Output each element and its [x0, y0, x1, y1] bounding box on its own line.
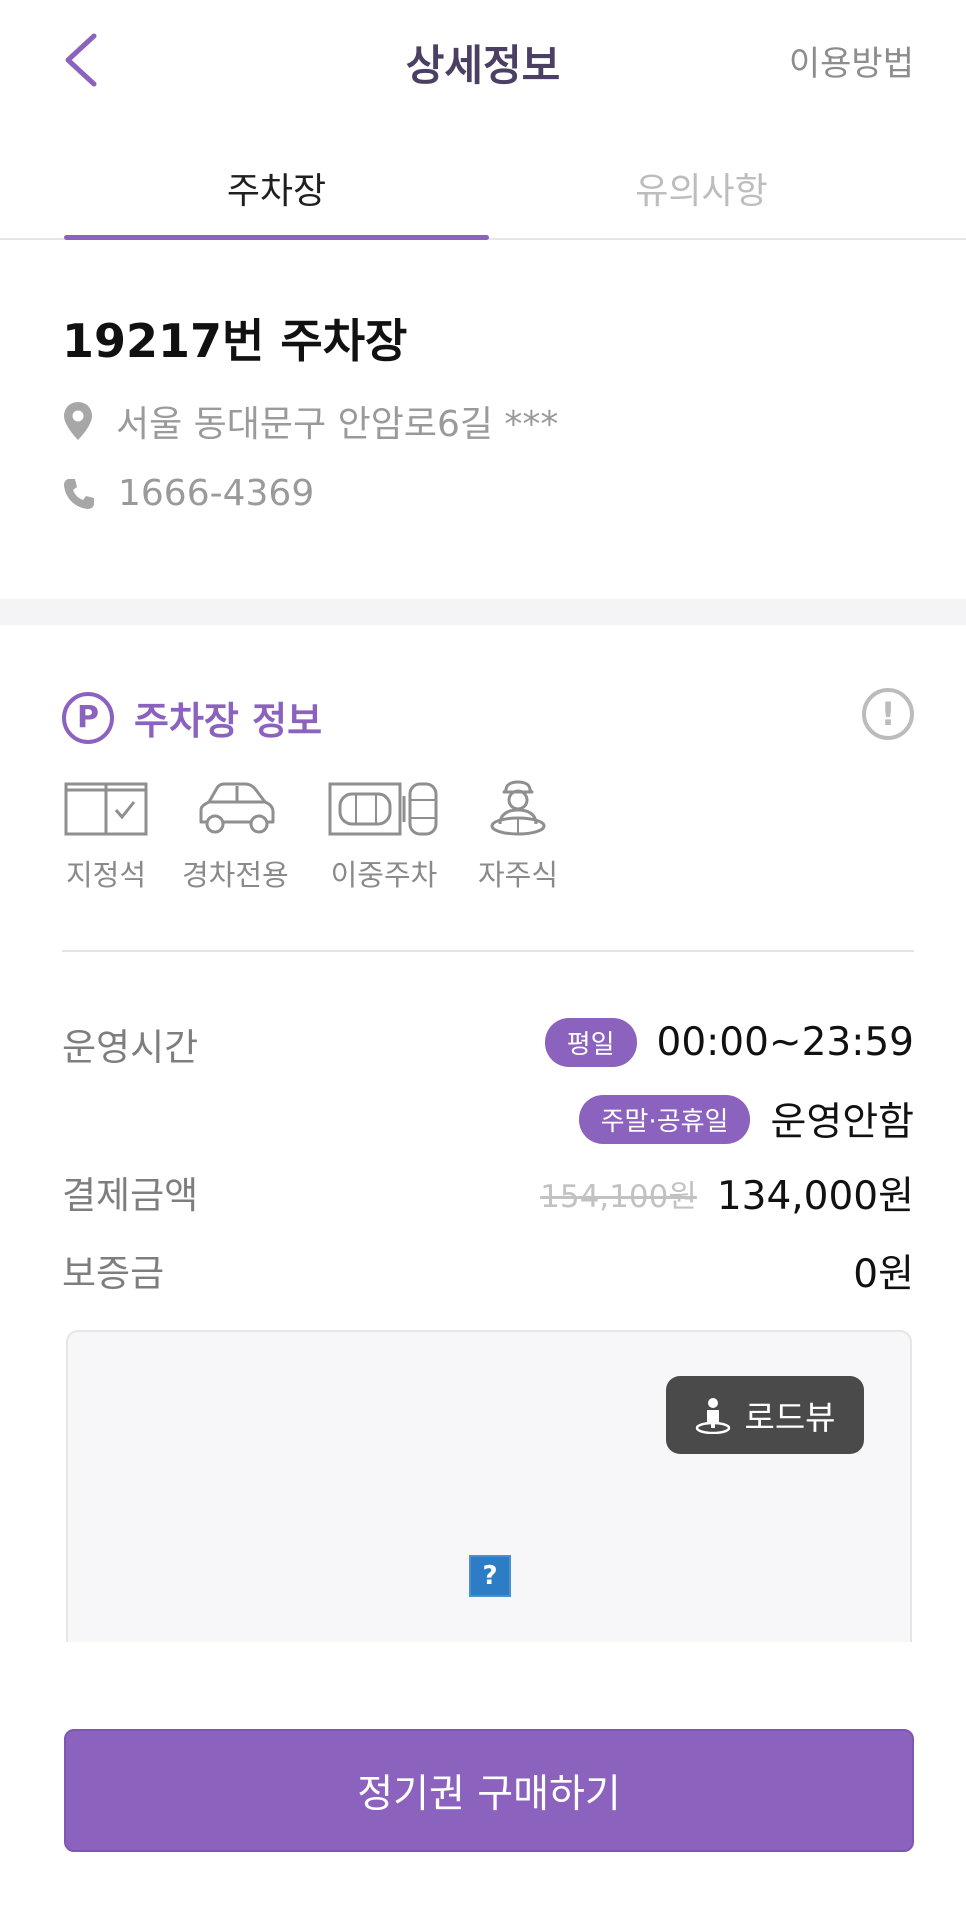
reserved-spot-icon	[64, 782, 148, 836]
compact-car-icon	[199, 782, 275, 834]
parking-detail-page: 상세정보 이용방법 주차장 유의사항 19217번 주차장 서울 동대문구 안암…	[0, 0, 966, 1912]
deposit-value: 0원	[853, 1252, 914, 1297]
buy-pass-button[interactable]: 정기권 구매하기	[64, 1729, 914, 1852]
tab-parking[interactable]: 주차장	[64, 162, 489, 214]
parking-lot-name: 19217번 주차장	[62, 314, 408, 368]
address-text: 서울 동대문구 안암로6길 ***	[116, 404, 559, 445]
feature-label: 이중주차	[330, 858, 438, 892]
weekday-hours-row: 평일 00:00~23:59	[544, 1018, 914, 1067]
broken-image-icon: ?	[469, 1555, 511, 1597]
price-label: 결제금액	[62, 1174, 199, 1217]
weekday-badge: 평일	[544, 1018, 637, 1067]
feature-self-parking: 자주식	[476, 780, 560, 894]
weekend-hours: 운영안함	[770, 1100, 914, 1145]
deposit-label: 보증금	[62, 1252, 165, 1295]
header: 상세정보 이용방법	[0, 0, 966, 120]
person-pin-icon	[696, 1398, 731, 1434]
section-separator	[0, 599, 966, 625]
phone-icon	[64, 478, 94, 509]
exclamation-icon[interactable]: !	[862, 688, 914, 740]
double-parking-icon	[328, 782, 438, 836]
sale-price: 134,000원	[716, 1174, 914, 1219]
address-row: 서울 동대문구 안암로6길 ***	[62, 395, 558, 447]
feature-label: 자주식	[477, 858, 559, 892]
deposit-row: 0원	[853, 1243, 914, 1299]
hours-label: 운영시간	[62, 1026, 199, 1069]
section-title: 주차장 정보	[134, 699, 323, 743]
feature-double: 이중주차	[328, 780, 440, 894]
weekday-hours: 00:00~23:59	[656, 1020, 914, 1065]
parking-p-icon: P	[62, 691, 114, 744]
tab-notice[interactable]: 유의사항	[489, 162, 914, 214]
original-price: 154,100원	[540, 1178, 697, 1215]
feature-label: 경차전용	[182, 858, 289, 892]
price-row: 154,100원 134,000원	[540, 1165, 914, 1221]
active-tab-indicator	[64, 235, 489, 240]
roadview-button[interactable]: 로드뷰	[666, 1376, 864, 1454]
tab-bar: 주차장 유의사항	[0, 150, 966, 240]
parking-info-header: P 주차장 정보	[62, 690, 322, 745]
weekend-badge: 주말·공휴일	[578, 1094, 751, 1144]
self-parking-driver-icon	[490, 780, 546, 836]
feature-reserved: 지정석	[64, 780, 148, 894]
usage-guide-link[interactable]: 이용방법	[789, 36, 914, 85]
location-pin-icon	[64, 402, 92, 440]
weekend-hours-row: 주말·공휴일 운영안함	[578, 1091, 914, 1147]
divider	[62, 950, 914, 952]
phone-row[interactable]: 1666-4369	[62, 473, 314, 514]
feature-label: 지정석	[65, 858, 147, 892]
roadview-label: 로드뷰	[744, 1398, 836, 1437]
phone-number[interactable]: 1666-4369	[118, 473, 314, 514]
map-view[interactable]: 로드뷰 ?	[66, 1330, 912, 1642]
feature-compact: 경차전용	[182, 780, 289, 894]
